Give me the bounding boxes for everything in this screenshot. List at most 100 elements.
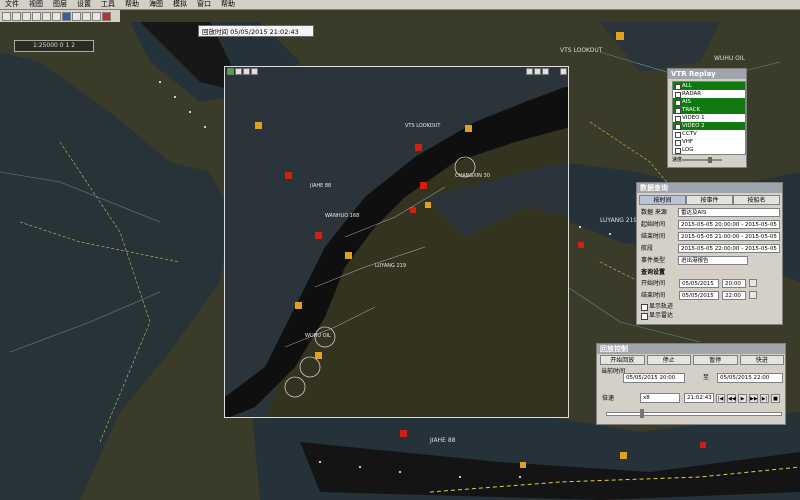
measure-icon[interactable]: [72, 11, 81, 21]
replay-start-time-field[interactable]: 05/05/2015 20:00: [623, 373, 685, 383]
zoom-window-close-icon[interactable]: [560, 68, 567, 75]
start-replay-button[interactable]: 开始回放: [600, 355, 645, 365]
menu-item[interactable]: 设置: [72, 0, 96, 9]
current-time-label: 当前时间: [601, 368, 626, 375]
svg-text:VTS LOOKOUT: VTS LOOKOUT: [405, 123, 441, 129]
calendar-icon[interactable]: [749, 279, 757, 287]
zoom-in-icon[interactable]: [42, 11, 51, 21]
show-radar-checkbox[interactable]: [641, 313, 648, 320]
start-time-input[interactable]: 20:00: [722, 279, 746, 288]
zoom-out-icon[interactable]: [52, 11, 61, 21]
query-source-field[interactable]: 雷达及AIS: [678, 208, 780, 217]
vtr-channel-item[interactable]: AIS: [673, 98, 745, 106]
replay-time-tab: 回放时间 05/05/2015 21:02:43: [198, 25, 314, 37]
close-icon[interactable]: [102, 11, 111, 21]
menu-item[interactable]: 模拟: [168, 0, 192, 9]
calendar-icon[interactable]: [749, 291, 757, 299]
vtr-channel-list[interactable]: ALL RADAR AIS TRACK VIDEO 1 VIDEO 2 CCTV VHF LOG: [672, 81, 746, 155]
end-time-input[interactable]: 22:00: [722, 291, 746, 300]
menu-item[interactable]: 工具: [96, 0, 120, 9]
pause-replay-button[interactable]: 暂停: [693, 355, 738, 365]
scale-bar: 1:25000 0 1 2: [14, 40, 94, 52]
tab-by-time[interactable]: 按时间: [639, 195, 686, 205]
show-radar-label: 显示雷达: [649, 312, 674, 319]
svg-text:JIAHE 88: JIAHE 88: [309, 183, 331, 189]
vtr-speed-label: 速度: [672, 157, 683, 163]
zoom-window-minimize-icon[interactable]: [534, 68, 541, 75]
replay-progress-track[interactable]: [606, 412, 782, 416]
pan-icon[interactable]: [62, 11, 71, 21]
vtr-channel-item[interactable]: TRACK: [673, 106, 745, 114]
query-start-field[interactable]: 2015-05-05 20:00:00 - 2015-05-05 21:00:0…: [678, 220, 780, 229]
save-icon[interactable]: [22, 11, 31, 21]
replay-end-time-field[interactable]: 05/05/2015 22:00: [717, 373, 783, 383]
query-panel-title: 数据查询: [637, 183, 782, 193]
skip-end-button[interactable]: ▶|: [760, 394, 769, 403]
settings-icon[interactable]: [92, 11, 101, 21]
map-label: VTS LOOKOUT: [560, 47, 603, 54]
query-row-label: 事件类型: [641, 257, 666, 264]
vtr-channel-item[interactable]: RADAR: [673, 90, 745, 98]
map-label: LUYANG 219: [600, 217, 637, 224]
query-row-label: 结束时间: [641, 233, 666, 240]
start-time-label: 开始时间: [641, 280, 666, 287]
menu-item[interactable]: 帮助: [120, 0, 144, 9]
query-segment-field[interactable]: 2015-05-05 22:00:00 - 2015-05-05 23:00:0…: [678, 244, 780, 253]
query-settings-heading: 查询设置: [641, 269, 666, 276]
zoom-window-tool-icon[interactable]: [227, 68, 234, 75]
vtr-panel-title: VTR Replay Control: [668, 69, 746, 88]
replay-current-time: 21:02:43: [684, 393, 714, 403]
vtr-channel-item[interactable]: VIDEO 1: [673, 114, 745, 122]
tab-by-event[interactable]: 按事件: [686, 195, 733, 205]
new-icon[interactable]: [2, 11, 11, 21]
replay-speed-label: 倍速: [602, 395, 615, 402]
query-row-label: 航段: [641, 245, 654, 252]
stop-replay-button[interactable]: 停止: [646, 355, 691, 365]
to-label: 至: [703, 374, 710, 381]
vtr-channel-item[interactable]: ALL: [673, 82, 745, 90]
show-track-checkbox[interactable]: [641, 304, 648, 311]
zoom-window-tool-icon[interactable]: [251, 68, 258, 75]
zoom-chart[interactable]: VTS LOOKOUT CHANGXIN 30 JIAHE 88 WANHUO …: [225, 67, 569, 418]
tab-by-ship[interactable]: 按船名: [733, 195, 780, 205]
query-row-label: 数据 来源: [641, 209, 667, 216]
skip-start-button[interactable]: |◀: [716, 394, 725, 403]
map-label: WUHU OIL: [714, 55, 746, 62]
replay-progress-thumb[interactable]: [640, 409, 644, 418]
vtr-channel-item[interactable]: VIDEO 2: [673, 122, 745, 130]
start-date-input[interactable]: 05/05/2015: [679, 279, 719, 288]
replay-speed-select[interactable]: x8: [640, 393, 680, 403]
zoom-window[interactable]: VTS LOOKOUT CHANGXIN 30 JIAHE 88 WANHUO …: [224, 66, 569, 418]
vtr-speed-slider[interactable]: 速度: [672, 157, 744, 163]
vtr-channel-item[interactable]: VHF: [673, 138, 745, 146]
rewind-button[interactable]: ◀◀: [727, 394, 736, 403]
vtr-channel-item[interactable]: LOG: [673, 146, 745, 154]
zoom-window-tool-icon[interactable]: [235, 68, 242, 75]
layer-icon[interactable]: [82, 11, 91, 21]
menu-item[interactable]: 图层: [48, 0, 72, 9]
menu-item[interactable]: 海图: [144, 0, 168, 9]
menu-item[interactable]: 视图: [24, 0, 48, 9]
zoom-window-pin-icon[interactable]: [542, 68, 549, 75]
end-date-input[interactable]: 05/05/2015: [679, 291, 719, 300]
end-time-label: 结束时间: [641, 292, 666, 299]
menu-item[interactable]: 帮助: [216, 0, 240, 9]
zoom-window-menu-icon[interactable]: [526, 68, 533, 75]
menu-item[interactable]: 文件: [0, 0, 24, 9]
query-event-type-field[interactable]: 进出港报告: [678, 256, 748, 265]
query-end-field[interactable]: 2015-05-05 21:00:00 - 2015-05-05 22:00:0…: [678, 232, 780, 241]
play-button[interactable]: ▶: [738, 394, 747, 403]
print-icon[interactable]: [32, 11, 41, 21]
map-label: JIAHE 88: [429, 437, 456, 444]
vtr-channel-item[interactable]: CCTV: [673, 130, 745, 138]
stop-button[interactable]: ■: [771, 394, 780, 403]
zoom-window-tool-icon[interactable]: [243, 68, 250, 75]
fast-forward-button[interactable]: 快进: [739, 355, 784, 365]
menu-item[interactable]: 窗口: [192, 0, 216, 9]
forward-button[interactable]: ▶▶: [749, 394, 758, 403]
open-icon[interactable]: [12, 11, 21, 21]
menu-bar: 文件 视图 图层 设置 工具 帮助 海图 模拟 窗口 帮助: [0, 0, 800, 10]
vtr-speed-thumb[interactable]: [708, 157, 712, 163]
replay-panel-title: 回放控制: [597, 344, 785, 354]
vtr-replay-control-panel: VTR Replay Control ALLRADARAISTRACKVIDEO…: [667, 68, 747, 168]
